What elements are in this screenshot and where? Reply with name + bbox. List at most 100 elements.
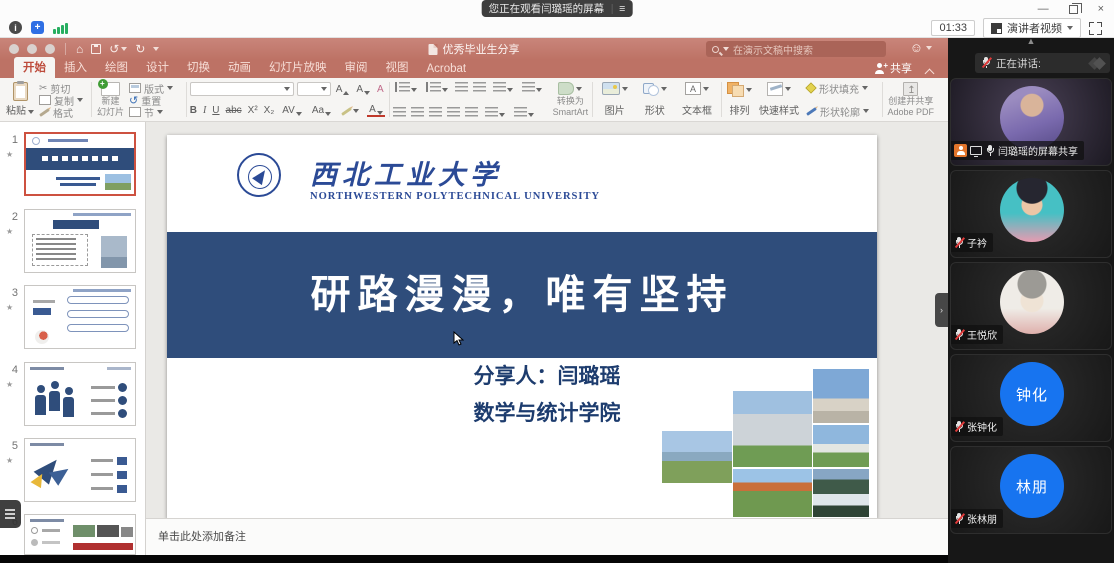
thumbnail-preview[interactable]	[24, 209, 136, 273]
subscript-button[interactable]: X₂	[264, 105, 275, 116]
tab-draw[interactable]: 绘图	[96, 57, 137, 78]
thumbnail-slide-1[interactable]: 1 ★	[0, 132, 146, 198]
clear-format-button[interactable]: A	[375, 84, 386, 95]
ppt-work-area: 1 ★ 2 ★	[0, 122, 948, 555]
section-button[interactable]: 节	[129, 106, 173, 118]
tab-view[interactable]: 视图	[377, 57, 418, 78]
paste-button[interactable]: 粘贴	[4, 81, 36, 118]
panel-collapse-button[interactable]: ▲	[948, 37, 1114, 46]
superscript-button[interactable]: X²	[248, 105, 258, 116]
create-share-adobe-pdf-button[interactable]: 创建并共享Adobe PDF	[886, 81, 937, 118]
align-text-button[interactable]	[512, 107, 536, 117]
increase-indent-icon[interactable]	[473, 82, 486, 92]
tab-review[interactable]: 审阅	[336, 57, 377, 78]
sidebar-expand-handle[interactable]: ›	[935, 293, 948, 327]
viewer-banner[interactable]: 您正在观看闫璐瑶的屏幕 ≡	[482, 0, 633, 17]
picture-button[interactable]: 图片	[600, 81, 630, 118]
thumbnail-slide-4[interactable]: 4 ★	[0, 362, 146, 428]
new-slide-button[interactable]: 新建幻灯片	[95, 81, 126, 118]
notes-pane[interactable]: 单击此处添加备注	[146, 518, 948, 555]
grow-font-button[interactable]: A	[334, 84, 352, 95]
shapes-button[interactable]: 形状	[641, 81, 669, 118]
network-signal-icon[interactable]	[53, 22, 68, 34]
font-name-select[interactable]	[190, 82, 294, 96]
justify-icon[interactable]	[447, 107, 460, 117]
banner-menu-icon[interactable]: ≡	[619, 3, 625, 15]
traffic-light-minimize[interactable]	[27, 44, 37, 54]
traffic-light-zoom[interactable]	[45, 44, 55, 54]
save-button[interactable]	[91, 44, 101, 54]
tab-transitions[interactable]: 切换	[178, 57, 219, 78]
align-left-icon[interactable]	[393, 107, 406, 117]
thumbnail-preview[interactable]	[24, 362, 136, 426]
distribute-icon[interactable]	[465, 107, 478, 117]
change-case-button[interactable]: Aa	[310, 105, 333, 116]
convert-smartart-button[interactable]: 转换为SmartArt	[551, 81, 591, 118]
thumbnail-preview[interactable]	[24, 285, 136, 349]
animation-star-icon: ★	[6, 456, 13, 465]
slide-canvas[interactable]: 西北工业大学 NORTHWESTERN POLYTECHNICAL UNIVER…	[167, 135, 877, 519]
thumbnail-slide-2[interactable]: 2 ★	[0, 209, 146, 275]
chevron-down-icon	[499, 113, 505, 117]
participant-tile-sharing[interactable]: 闫璐瑶的屏幕共享	[950, 78, 1112, 166]
thumbnail-preview[interactable]	[24, 514, 136, 555]
search-scope-caret[interactable]	[723, 47, 729, 51]
share-button[interactable]: + 共享	[874, 60, 912, 76]
bold-button[interactable]: B	[190, 105, 197, 116]
participant-tile[interactable]: 王悦欣	[950, 262, 1112, 350]
bullets-button[interactable]	[393, 82, 419, 92]
participant-tile[interactable]: 子衿	[950, 170, 1112, 258]
font-color-button[interactable]: A	[367, 104, 385, 117]
thumbnail-slide-5[interactable]: 5 ★	[0, 438, 146, 504]
home-icon[interactable]: ⌂	[76, 43, 83, 55]
decrease-indent-icon[interactable]	[455, 82, 468, 92]
format-painter-button[interactable]: 格式	[39, 106, 83, 118]
slide-editor-canvas[interactable]: 西北工业大学 NORTHWESTERN POLYTECHNICAL UNIVER…	[146, 122, 948, 518]
shrink-font-button[interactable]: A	[354, 84, 372, 95]
feedback-button[interactable]: ☺	[910, 41, 932, 54]
arrange-button[interactable]: 排列	[725, 81, 754, 118]
underline-button[interactable]: U	[212, 105, 219, 116]
align-right-icon[interactable]	[429, 107, 442, 117]
tab-slideshow[interactable]: 幻灯片放映	[260, 57, 336, 78]
quick-styles-button[interactable]: 快速样式	[757, 81, 801, 118]
italic-button[interactable]: I	[203, 105, 206, 116]
align-center-icon[interactable]	[411, 107, 424, 117]
strikethrough-button[interactable]: abc	[226, 105, 242, 116]
redo-button[interactable]: ↻	[135, 43, 145, 55]
fullscreen-button[interactable]	[1089, 22, 1102, 35]
thumbnail-slide-3[interactable]: 3 ★	[0, 285, 146, 351]
search-input[interactable]: 在演示文稿中搜索	[706, 41, 886, 57]
maximize-button[interactable]	[1069, 5, 1078, 14]
participant-tile[interactable]: 钟化 张钟化	[950, 354, 1112, 442]
participant-label: 张钟化	[951, 417, 1003, 436]
tab-acrobat[interactable]: Acrobat	[418, 61, 476, 78]
char-spacing-button[interactable]: AV	[280, 105, 304, 116]
participant-tile[interactable]: 林朋 张林朋	[950, 446, 1112, 534]
close-button[interactable]: ×	[1098, 3, 1104, 15]
tab-design[interactable]: 设计	[137, 57, 178, 78]
thumbnail-preview[interactable]	[24, 132, 136, 196]
text-direction-button[interactable]	[483, 107, 507, 117]
highlight-button[interactable]	[339, 109, 361, 113]
tab-insert[interactable]: 插入	[55, 57, 96, 78]
columns-button[interactable]	[520, 82, 544, 92]
shape-fill-button[interactable]: 形状填充	[806, 82, 869, 94]
minimize-button[interactable]: —	[1038, 3, 1049, 15]
shape-outline-button[interactable]: 形状轮廓	[806, 105, 869, 117]
view-mode-button[interactable]: 演讲者视频	[983, 18, 1081, 38]
line-spacing-button[interactable]	[491, 82, 515, 92]
collapse-ribbon-button[interactable]	[926, 69, 934, 74]
meeting-sidebar-toggle[interactable]	[0, 500, 21, 528]
traffic-light-close[interactable]	[9, 44, 19, 54]
info-icon[interactable]: i	[9, 21, 22, 34]
undo-button[interactable]: ↺	[109, 43, 127, 55]
toolbar-more-caret[interactable]	[153, 47, 159, 51]
tab-animations[interactable]: 动画	[219, 57, 260, 78]
numbering-button[interactable]	[424, 82, 450, 92]
textbox-button[interactable]: A 文本框	[680, 81, 714, 118]
font-size-select[interactable]	[297, 82, 331, 96]
tab-home[interactable]: 开始	[14, 57, 55, 78]
shield-icon[interactable]: +	[31, 21, 44, 34]
thumbnail-preview[interactable]	[24, 438, 136, 502]
